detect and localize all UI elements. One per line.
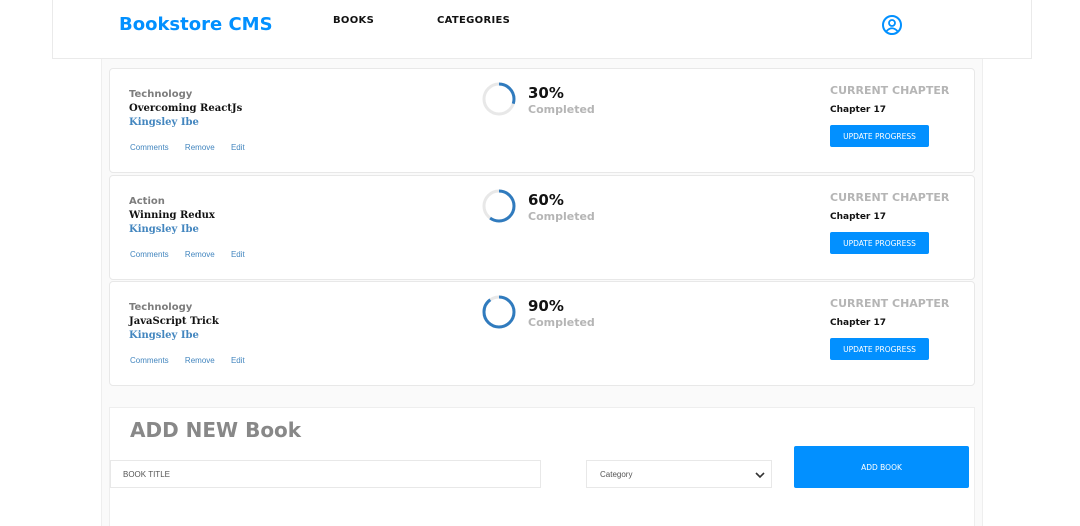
progress-percent: 90%	[528, 297, 564, 315]
book-title: Overcoming ReactJs	[129, 103, 243, 114]
progress-ring	[482, 82, 516, 116]
completed-label: Completed	[528, 103, 595, 116]
book-category: Action	[129, 196, 165, 207]
update-progress-button[interactable]: UPDATE PROGRESS	[830, 232, 929, 254]
edit-link[interactable]: Edit	[231, 250, 245, 259]
book-title: Winning Redux	[129, 210, 215, 221]
current-chapter-label: CURRENT CHAPTER	[830, 191, 950, 204]
update-progress-button[interactable]: UPDATE PROGRESS	[830, 338, 929, 360]
current-chapter-label: CURRENT CHAPTER	[830, 297, 950, 310]
book-card: Technology JavaScript Trick Kingsley Ibe…	[109, 281, 975, 386]
book-author: Kingsley Ibe	[129, 330, 199, 341]
user-icon[interactable]	[881, 14, 903, 36]
book-title: JavaScript Trick	[129, 316, 219, 327]
edit-link[interactable]: Edit	[231, 143, 245, 152]
current-chapter-value: Chapter 17	[830, 318, 887, 328]
progress-ring	[482, 295, 516, 329]
add-book-form: ADD NEW Book Category ADD BOOK	[109, 407, 975, 526]
completed-label: Completed	[528, 210, 595, 223]
edit-link[interactable]: Edit	[231, 356, 245, 365]
remove-link[interactable]: Remove	[185, 143, 215, 152]
chevron-down-icon	[755, 472, 765, 479]
category-select[interactable]: Category	[586, 460, 772, 488]
book-card: Action Winning Redux Kingsley Ibe Commen…	[109, 175, 975, 280]
book-author: Kingsley Ibe	[129, 224, 199, 235]
nav-categories[interactable]: CATEGORIES	[437, 15, 510, 26]
current-chapter-label: CURRENT CHAPTER	[830, 84, 950, 97]
current-chapter-value: Chapter 17	[830, 212, 887, 222]
book-actions: Comments Remove Edit	[130, 143, 259, 152]
remove-link[interactable]: Remove	[185, 356, 215, 365]
book-actions: Comments Remove Edit	[130, 356, 259, 365]
remove-link[interactable]: Remove	[185, 250, 215, 259]
book-card: Technology Overcoming ReactJs Kingsley I…	[109, 68, 975, 173]
progress-percent: 30%	[528, 84, 564, 102]
app-logo[interactable]: Bookstore CMS	[119, 14, 273, 35]
progress-percent: 60%	[528, 191, 564, 209]
book-category: Technology	[129, 89, 193, 100]
completed-label: Completed	[528, 316, 595, 329]
category-select-value: Category	[600, 470, 633, 479]
comments-link[interactable]: Comments	[130, 250, 169, 259]
book-actions: Comments Remove Edit	[130, 250, 259, 259]
nav-books[interactable]: BOOKS	[333, 15, 374, 26]
add-book-heading: ADD NEW Book	[130, 418, 302, 442]
book-category: Technology	[129, 302, 193, 313]
book-title-input[interactable]	[110, 460, 541, 488]
progress-ring-arc	[482, 295, 516, 329]
update-progress-button[interactable]: UPDATE PROGRESS	[830, 125, 929, 147]
comments-link[interactable]: Comments	[130, 143, 169, 152]
current-chapter-value: Chapter 17	[830, 105, 887, 115]
add-book-button[interactable]: ADD BOOK	[794, 446, 969, 488]
comments-link[interactable]: Comments	[130, 356, 169, 365]
progress-ring	[482, 189, 516, 223]
book-author: Kingsley Ibe	[129, 117, 199, 128]
site-header: Bookstore CMS BOOKS CATEGORIES	[52, 0, 1032, 59]
